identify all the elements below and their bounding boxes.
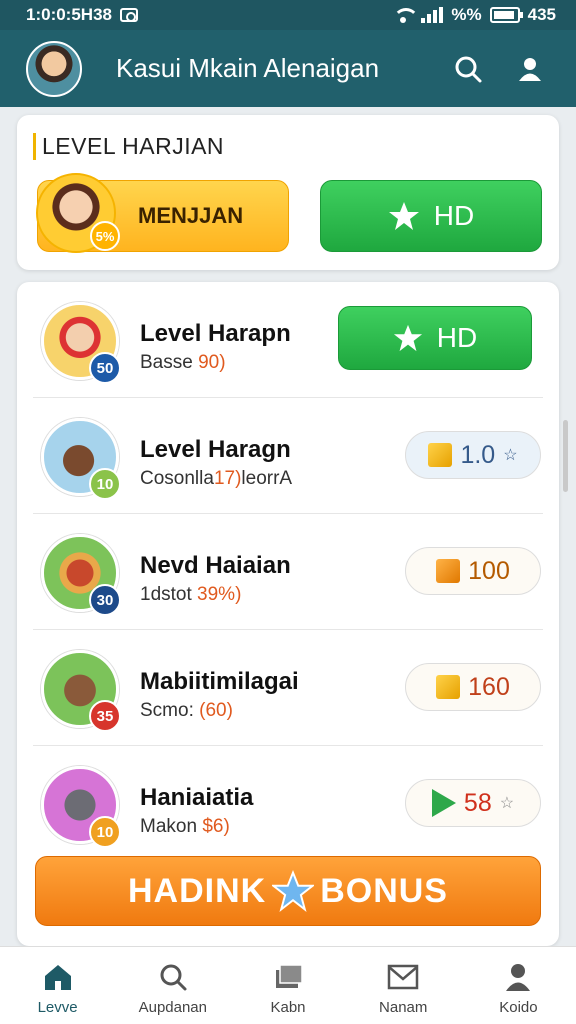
star-icon <box>272 870 315 912</box>
daily-title: LEVEL HARJIAN <box>33 133 224 160</box>
battery-percent: %% <box>451 5 482 24</box>
reward-value: 160 <box>468 672 510 701</box>
play-daily-label: MENJJAN <box>138 203 244 228</box>
hd-button-label: HD <box>433 200 475 231</box>
list-item[interactable]: 10 Level Haragn Cosonlla17)leorrA 1.0 ☆ <box>33 398 543 514</box>
nav-label: Levve <box>37 999 78 1016</box>
nav-item-mail[interactable]: Nanam <box>346 947 461 1024</box>
profile-icon <box>501 961 535 993</box>
level-badge: 10 <box>89 816 121 848</box>
avatar[interactable] <box>26 40 82 97</box>
level-badge: 10 <box>89 468 121 500</box>
list-item[interactable]: 50 Level Harapn Basse 90) HD <box>33 282 543 398</box>
play-daily-button[interactable]: 5% MENJJAN <box>36 173 289 253</box>
list-item[interactable]: 10 Haniaiatia Makon $6) 58 ☆ <box>33 746 543 862</box>
bottom-nav: Levve Aupdanan Kabn Nanam Koido <box>0 946 576 1024</box>
reward-pill[interactable]: 160 <box>405 663 541 711</box>
level-badge: 50 <box>89 352 121 384</box>
star-icon: ☆ <box>499 795 515 812</box>
profile-icon <box>519 57 541 81</box>
status-bar: 1:0:0:5H38 %% 435 <box>0 0 576 30</box>
level-title: Haniaiatia <box>140 784 254 811</box>
status-right-text: 435 <box>527 5 556 24</box>
nav-item-search[interactable]: Aupdanan <box>115 947 230 1024</box>
scrollbar[interactable] <box>563 420 568 492</box>
wifi-icon <box>393 8 420 23</box>
level-subtitle: Makon $6) <box>140 816 230 837</box>
list-item[interactable]: 35 Mabiitimilagai Scmo: (60) 160 <box>33 630 543 746</box>
star-icon: ☆ <box>503 447 518 464</box>
level-subtitle: Scmo: (60) <box>140 700 233 721</box>
camera-icon <box>120 8 138 22</box>
signal-icon <box>421 7 444 23</box>
search-icon <box>455 56 482 82</box>
bonus-right-label: BONUS <box>320 871 448 910</box>
level-title: Level Harapn <box>140 320 291 347</box>
search-icon <box>156 961 190 993</box>
daily-level-card: LEVEL HARJIAN 5% MENJJAN HD <box>17 115 559 270</box>
nav-label: Aupdanan <box>138 999 207 1016</box>
nav-item-cards[interactable]: Kabn <box>230 947 345 1024</box>
status-time: 1:0:0:5H38 <box>26 5 112 24</box>
star-icon <box>393 324 422 352</box>
level-subtitle: Basse 90) <box>140 352 226 373</box>
list-item[interactable]: 30 Nevd Haiaian 1dstot 39%) 100 <box>33 514 543 630</box>
app-bar: Kasui Mkain Alenaigan <box>0 30 576 107</box>
reward-value: 58 <box>463 788 492 817</box>
level-title: Mabiitimilagai <box>140 668 299 695</box>
hd-button[interactable]: HD <box>338 306 532 370</box>
app-title: Kasui Mkain Alenaigan <box>116 53 380 83</box>
level-title: Level Haragn <box>140 436 291 463</box>
cards-icon <box>271 961 305 993</box>
search-button[interactable] <box>446 47 490 91</box>
level-list: 50 Level Harapn Basse 90) HD 10 Level Ha… <box>17 282 559 946</box>
mail-icon <box>386 961 420 993</box>
reward-pill[interactable]: 58 ☆ <box>405 779 541 827</box>
cube-icon <box>436 559 461 583</box>
reward-pill[interactable]: 1.0 ☆ <box>405 431 541 479</box>
nav-item-profile[interactable]: Koido <box>461 947 576 1024</box>
hd-button[interactable]: HD <box>320 180 542 252</box>
cube-icon <box>428 443 453 467</box>
level-subtitle: Cosonlla17)leorrA <box>140 468 293 489</box>
battery-icon <box>489 7 523 23</box>
level-subtitle: 1dstot 39%) <box>140 584 242 605</box>
nav-label: Koido <box>499 999 538 1016</box>
reward-value: 100 <box>468 556 510 585</box>
profile-button[interactable] <box>508 47 552 91</box>
reward-value: 1.0 <box>460 440 496 469</box>
hd-button-label: HD <box>436 322 478 353</box>
play-icon <box>431 789 456 817</box>
star-icon <box>388 202 419 230</box>
cube-icon <box>436 675 461 699</box>
percent-badge: 5% <box>90 221 120 251</box>
character-icon: 5% <box>36 173 120 253</box>
bonus-left-label: HADINK <box>127 871 267 910</box>
nav-item-levels[interactable]: Levve <box>0 947 115 1024</box>
nav-label: Kabn <box>270 999 306 1016</box>
level-badge: 30 <box>89 584 121 616</box>
home-icon <box>41 961 75 993</box>
level-title: Nevd Haiaian <box>140 552 291 579</box>
nav-label: Nanam <box>379 999 428 1016</box>
level-badge: 35 <box>89 700 121 732</box>
bonus-button[interactable]: HADINK BONUS <box>35 856 541 926</box>
reward-pill[interactable]: 100 <box>405 547 541 595</box>
